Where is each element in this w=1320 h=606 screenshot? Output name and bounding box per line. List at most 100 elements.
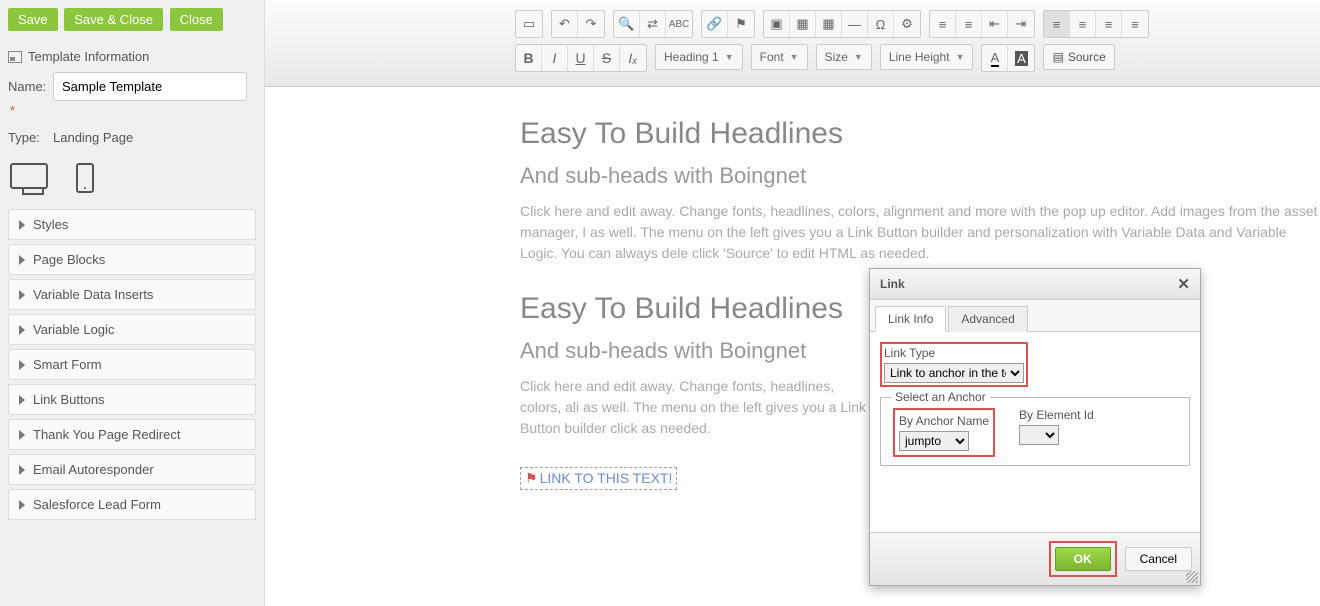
- accordion-smart-form[interactable]: Smart Form: [8, 349, 256, 380]
- dialog-title-text: Link: [880, 277, 905, 291]
- clear-format-button[interactable]: Iₓ: [620, 45, 646, 71]
- accordion-thank-you[interactable]: Thank You Page Redirect: [8, 419, 256, 450]
- required-star: *: [10, 103, 256, 118]
- type-label: Type:: [8, 130, 53, 145]
- element-id-label: By Element Id: [1019, 408, 1094, 422]
- save-button[interactable]: Save: [8, 8, 58, 31]
- anchor-icon[interactable]: ⚑: [728, 11, 754, 37]
- accordion-styles[interactable]: Styles: [8, 209, 256, 240]
- caret-icon: [19, 220, 25, 230]
- undo-icon[interactable]: ↶: [552, 11, 578, 37]
- cancel-button[interactable]: Cancel: [1125, 547, 1192, 571]
- caret-icon: [19, 395, 25, 405]
- caret-icon: [19, 255, 25, 265]
- dialog-titlebar[interactable]: Link ✕: [870, 269, 1200, 300]
- numbered-list-icon[interactable]: ≡: [930, 11, 956, 37]
- heading-1[interactable]: Easy To Build Headlines: [520, 117, 1320, 151]
- element-id-select[interactable]: [1019, 425, 1059, 445]
- resize-grip[interactable]: [1186, 571, 1198, 583]
- type-row: Type: Landing Page: [8, 124, 256, 151]
- text-color-button[interactable]: A: [982, 45, 1008, 71]
- section-header: Template Information: [8, 49, 256, 64]
- paragraph-1[interactable]: Click here and edit away. Change fonts, …: [520, 201, 1320, 264]
- accordion-variable-logic[interactable]: Variable Logic: [8, 314, 256, 345]
- underline-button[interactable]: U: [568, 45, 594, 71]
- outdent-icon[interactable]: ⇤: [982, 11, 1008, 37]
- tab-advanced[interactable]: Advanced: [948, 306, 1027, 332]
- font-select[interactable]: Font▼: [751, 44, 808, 70]
- indent-icon[interactable]: ⇥: [1008, 11, 1034, 37]
- size-select[interactable]: Size▼: [816, 44, 872, 70]
- caret-icon: [19, 430, 25, 440]
- heading-2[interactable]: And sub-heads with Boingnet: [520, 163, 1320, 189]
- source-button[interactable]: ▤Source: [1043, 44, 1114, 70]
- device-icons: [10, 163, 256, 193]
- save-close-button[interactable]: Save & Close: [64, 8, 163, 31]
- section-title: Template Information: [28, 49, 149, 64]
- align-right-icon[interactable]: ≡: [1096, 11, 1122, 37]
- link-type-select[interactable]: Link to anchor in the text: [884, 363, 1024, 383]
- link-type-label: Link Type: [884, 346, 1024, 360]
- link-type-highlight: Link Type Link to anchor in the text: [880, 342, 1028, 387]
- table-icon[interactable]: ▦: [816, 11, 842, 37]
- heading-select[interactable]: Heading 1▼: [655, 44, 743, 70]
- name-label: Name:: [8, 79, 53, 94]
- name-row: Name:: [8, 72, 256, 101]
- caret-icon: [19, 500, 25, 510]
- redo-icon[interactable]: ↷: [578, 11, 604, 37]
- type-value: Landing Page: [53, 124, 133, 151]
- dialog-body: Link Type Link to anchor in the text Sel…: [870, 332, 1200, 532]
- name-input[interactable]: [53, 72, 247, 101]
- caret-icon: [19, 465, 25, 475]
- align-left-icon[interactable]: ≡: [1044, 11, 1070, 37]
- accordion-page-blocks[interactable]: Page Blocks: [8, 244, 256, 275]
- hr-icon[interactable]: —: [842, 11, 868, 37]
- close-button[interactable]: Close: [170, 8, 223, 31]
- desktop-icon[interactable]: [10, 163, 48, 189]
- flag-icon: ⚑: [525, 470, 538, 486]
- link-dialog: Link ✕ Link Info Advanced Link Type Link…: [869, 268, 1201, 586]
- special-char-icon[interactable]: Ω: [868, 11, 894, 37]
- find-icon[interactable]: 🔍: [614, 11, 640, 37]
- anchor-fieldset: Select an Anchor By Anchor Name jumpto B…: [880, 397, 1190, 466]
- anchor-name-select[interactable]: jumpto: [899, 431, 969, 451]
- fieldset-legend: Select an Anchor: [891, 390, 990, 404]
- spellcheck-icon[interactable]: ABC: [666, 11, 692, 37]
- action-bar: Save Save & Close Close: [8, 8, 256, 31]
- sidebar: Save Save & Close Close Template Informa…: [0, 0, 265, 606]
- strike-button[interactable]: S: [594, 45, 620, 71]
- media-icon[interactable]: ▦: [790, 11, 816, 37]
- dialog-footer: OK Cancel: [870, 532, 1200, 585]
- accordion-email-autoresponder[interactable]: Email Autoresponder: [8, 454, 256, 485]
- templates-icon[interactable]: ▭: [516, 11, 542, 37]
- caret-icon: [19, 290, 25, 300]
- image-icon[interactable]: ▣: [764, 11, 790, 37]
- paragraph-2[interactable]: Click here and edit away. Change fonts, …: [520, 376, 870, 439]
- gear-icon[interactable]: ⚙: [894, 11, 920, 37]
- anchor-name-label: By Anchor Name: [899, 414, 989, 428]
- mobile-icon[interactable]: [76, 163, 94, 193]
- ok-highlight: OK: [1049, 541, 1117, 577]
- italic-button[interactable]: I: [542, 45, 568, 71]
- template-icon: [8, 51, 22, 63]
- ok-button[interactable]: OK: [1055, 547, 1111, 571]
- close-icon[interactable]: ✕: [1177, 275, 1190, 293]
- accordion-variable-data[interactable]: Variable Data Inserts: [8, 279, 256, 310]
- bold-button[interactable]: B: [516, 45, 542, 71]
- line-height-select[interactable]: Line Height▼: [880, 44, 974, 70]
- anchor-link[interactable]: ⚑LINK TO THIS TEXT!: [520, 467, 677, 490]
- caret-icon: [19, 360, 25, 370]
- replace-icon[interactable]: ⇄: [640, 11, 666, 37]
- caret-icon: [19, 325, 25, 335]
- bg-color-button[interactable]: A: [1008, 45, 1034, 71]
- accordion-link-buttons[interactable]: Link Buttons: [8, 384, 256, 415]
- align-center-icon[interactable]: ≡: [1070, 11, 1096, 37]
- anchor-name-highlight: By Anchor Name jumpto: [893, 408, 995, 457]
- dialog-tabs: Link Info Advanced: [870, 300, 1200, 332]
- editor-toolbar: ▭ ↶ ↷ 🔍 ⇄ ABC 🔗 ⚑ ▣ ▦ ▦ — Ω ⚙: [265, 0, 1320, 87]
- link-icon[interactable]: 🔗: [702, 11, 728, 37]
- tab-link-info[interactable]: Link Info: [875, 306, 946, 332]
- align-justify-icon[interactable]: ≡: [1122, 11, 1148, 37]
- accordion-salesforce[interactable]: Salesforce Lead Form: [8, 489, 256, 520]
- bullet-list-icon[interactable]: ≡: [956, 11, 982, 37]
